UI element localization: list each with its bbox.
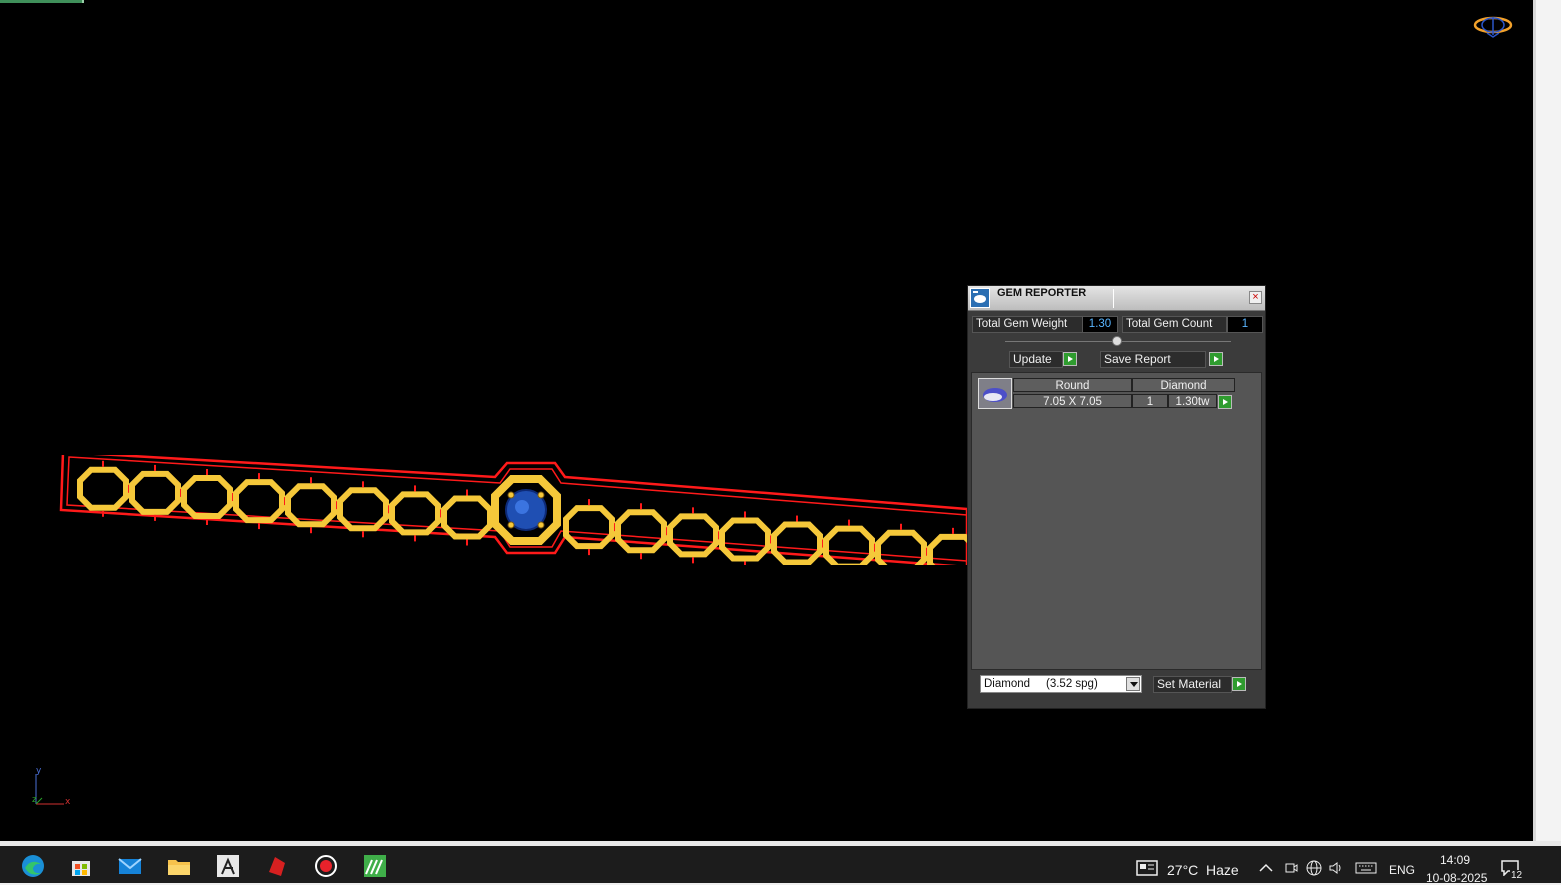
axis-y-label: y xyxy=(36,766,42,776)
material-select-value: Diamond (3.52 spg) xyxy=(984,678,1098,690)
gem-reporter-panel: GEM REPORTER × Total Gem Weight 1.30 Tot… xyxy=(967,285,1266,709)
collapse-knob[interactable] xyxy=(1112,336,1122,346)
volume-icon[interactable] xyxy=(1329,861,1345,875)
navigation-gizmo-icon[interactable] xyxy=(1470,12,1516,40)
window-scroll-area xyxy=(1536,0,1561,846)
microsoft-store-icon[interactable] xyxy=(69,854,93,878)
record-icon[interactable] xyxy=(314,854,338,878)
bracelet-link xyxy=(615,509,667,554)
network-globe-icon[interactable] xyxy=(1306,860,1322,876)
gem-prong xyxy=(507,491,515,499)
gem-reporter-titlebar[interactable]: GEM REPORTER × xyxy=(968,286,1265,311)
gem-prong xyxy=(537,491,545,499)
file-explorer-icon[interactable] xyxy=(167,854,191,878)
zbrush-icon[interactable] xyxy=(216,854,240,878)
bracelet-link xyxy=(667,513,719,558)
bracelet-link xyxy=(77,466,129,511)
gem-prong xyxy=(507,521,515,529)
gem-material-cell: Diamond xyxy=(1132,378,1235,392)
language-indicator[interactable]: ENG xyxy=(1389,863,1415,877)
matrix-app-icon[interactable] xyxy=(363,854,387,878)
news-weather-icon[interactable] xyxy=(1136,860,1158,876)
meet-now-icon[interactable] xyxy=(1284,861,1298,875)
total-gem-weight-value: 1.30 xyxy=(1082,316,1118,333)
weather-temperature[interactable]: 27°C xyxy=(1167,862,1198,878)
keyboard-icon[interactable] xyxy=(1355,862,1377,874)
bracelet-link xyxy=(389,491,441,536)
save-report-go-button[interactable] xyxy=(1209,352,1223,366)
axis-indicator: y z x xyxy=(28,766,78,812)
gem-reporter-title: GEM REPORTER xyxy=(997,287,1087,299)
gem-prong xyxy=(537,521,545,529)
chevron-down-icon[interactable] xyxy=(1126,677,1140,691)
gem-count-cell: 1 xyxy=(1132,394,1168,408)
total-gem-count-value: 1 xyxy=(1227,316,1263,333)
gem-list[interactable]: Round Diamond 7.05 X 7.05 1 1.30tw xyxy=(971,372,1262,670)
bracelet-link xyxy=(823,525,875,565)
gem-highlight xyxy=(515,500,529,514)
bracelet-link xyxy=(233,479,285,524)
set-material-button[interactable]: Set Material xyxy=(1153,676,1232,693)
taskbar: 27°C Haze ENG 14:09 10-08-2025 12 xyxy=(0,846,1561,885)
gem-shape-cell: Round xyxy=(1013,378,1132,392)
close-icon[interactable]: × xyxy=(1249,291,1262,304)
edge-browser-icon[interactable] xyxy=(21,854,45,878)
gem-weight-cell: 1.30tw xyxy=(1168,394,1217,408)
total-gem-count-label: Total Gem Count xyxy=(1122,316,1227,333)
material-select[interactable]: Diamond (3.52 spg) xyxy=(980,675,1142,693)
titlebar-divider xyxy=(1113,289,1114,308)
clock-time[interactable]: 14:09 xyxy=(1440,853,1470,867)
3d-viewport[interactable]: y z x GEM REPORTER × Total Gem Weight 1.… xyxy=(0,0,1533,841)
update-go-button[interactable] xyxy=(1063,352,1077,366)
bracelet-link xyxy=(285,483,337,528)
bracelet-link xyxy=(719,517,771,562)
save-report-button[interactable]: Save Report xyxy=(1100,351,1206,368)
gem-reporter-logo-icon xyxy=(970,288,990,308)
gem-size-cell: 7.05 X 7.05 xyxy=(1013,394,1132,408)
notification-count: 12 xyxy=(1510,870,1524,881)
bracelet-link xyxy=(441,495,493,540)
axis-z-label: z xyxy=(32,795,37,805)
set-material-go-button[interactable] xyxy=(1232,677,1246,691)
bracelet-link xyxy=(563,505,615,550)
chevron-up-icon[interactable] xyxy=(1259,863,1273,873)
bracelet-link xyxy=(181,474,233,519)
bracelet-link xyxy=(129,470,181,515)
round-gem-icon[interactable] xyxy=(978,378,1012,409)
viewport-tab[interactable] xyxy=(0,0,84,3)
weather-description[interactable]: Haze xyxy=(1206,862,1239,878)
bracelet-model[interactable] xyxy=(55,455,967,565)
gem-row-go-button[interactable] xyxy=(1218,395,1232,409)
bracelet-link xyxy=(771,521,823,565)
axis-x-label: x xyxy=(65,797,71,807)
mail-icon[interactable] xyxy=(118,854,142,878)
total-gem-weight-label: Total Gem Weight xyxy=(972,316,1083,333)
update-button[interactable]: Update xyxy=(1009,351,1063,368)
rhino-app-icon[interactable] xyxy=(265,854,289,878)
